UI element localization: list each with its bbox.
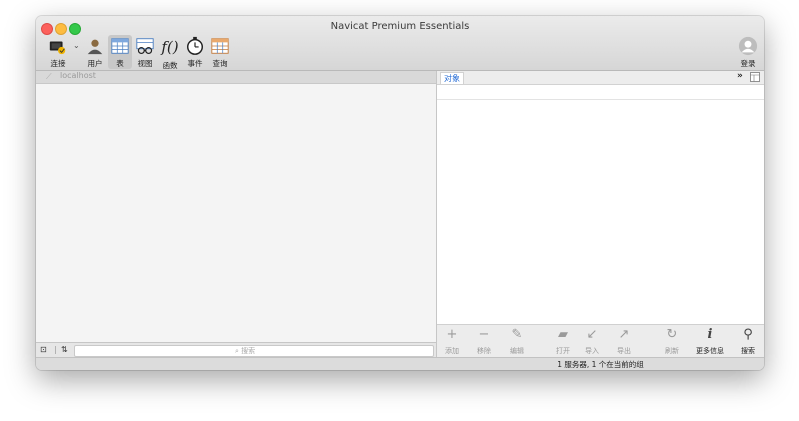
import-button[interactable]: ↙ 导入 xyxy=(577,327,607,356)
refresh-button[interactable]: ↻ 刷新 xyxy=(657,327,687,356)
connection-tree-pane[interactable]: ⟋ localhost xyxy=(36,71,437,342)
table-button[interactable]: 表 xyxy=(108,35,132,69)
avatar-icon xyxy=(738,36,758,56)
event-button[interactable]: 事件 xyxy=(183,35,207,69)
window-title: Navicat Premium Essentials xyxy=(330,21,470,32)
search-label: 搜索 xyxy=(741,347,755,355)
user-label: 用户 xyxy=(87,59,103,68)
export-button[interactable]: ↗ 导出 xyxy=(609,327,639,356)
more-tabs-icon[interactable]: » xyxy=(737,71,743,81)
object-tab-bar: 对象 » xyxy=(437,71,764,85)
divider: | xyxy=(54,345,57,354)
table-label: 表 xyxy=(116,59,124,68)
query-label: 查询 xyxy=(212,59,228,68)
import-icon: ↙ xyxy=(586,327,598,342)
refresh-label: 刷新 xyxy=(665,347,679,355)
object-toolbar: + 添加 − 移除 ✎ 编辑 ▰ 打开 ↙ 导入 ↗ 导出 ↻ 刷新 i 更多信 xyxy=(437,324,764,358)
event-label: 事件 xyxy=(187,59,203,68)
export-icon: ↗ xyxy=(618,327,630,342)
plug-icon xyxy=(49,41,66,55)
objects-pane[interactable]: 对象 » xyxy=(437,71,764,324)
function-label: 函数 xyxy=(162,61,178,70)
add-label: 添加 xyxy=(445,347,459,355)
toggle-sidebar-icon[interactable]: ⊡ xyxy=(40,345,47,354)
tab-objects[interactable]: 对象 xyxy=(440,72,464,84)
object-list-header xyxy=(437,85,764,100)
edit-label: 编辑 xyxy=(510,347,524,355)
open-button[interactable]: ▰ 打开 xyxy=(548,327,578,356)
status-text: 1 服务器, 1 个在当前的组 xyxy=(557,360,644,369)
open-label: 打开 xyxy=(556,347,570,355)
stopwatch-icon xyxy=(187,36,203,55)
remove-button[interactable]: − 移除 xyxy=(469,327,499,356)
connection-item[interactable]: ⟋ localhost xyxy=(36,71,436,84)
login-label: 登录 xyxy=(740,59,756,68)
search-button[interactable]: ⚲ 搜索 xyxy=(733,327,763,356)
more-info-label: 更多信息 xyxy=(696,347,724,355)
connect-label: 连接 xyxy=(50,59,66,68)
status-bar: 1 服务器, 1 个在当前的组 xyxy=(36,357,764,370)
user-button[interactable]: 用户 xyxy=(83,35,107,69)
pencil-icon: ✎ xyxy=(511,327,523,342)
export-label: 导出 xyxy=(617,347,631,355)
import-label: 导入 xyxy=(585,347,599,355)
function-icon: f() xyxy=(161,38,179,56)
magnifier-icon: ⚲ xyxy=(743,327,753,342)
search-icon: ⌕ 搜索 xyxy=(235,347,256,355)
title-bar: Navicat Premium Essentials 连接 ⌄ 用户 表 视图 … xyxy=(36,16,764,71)
search-placeholder: 搜索 xyxy=(241,347,256,355)
query-button[interactable]: 查询 xyxy=(208,35,232,69)
edit-button[interactable]: ✎ 编辑 xyxy=(502,327,532,356)
more-info-button[interactable]: i 更多信息 xyxy=(695,327,725,356)
connect-button[interactable]: 连接 xyxy=(46,35,70,69)
chevron-down-icon[interactable]: ⌄ xyxy=(73,41,80,50)
connection-name: localhost xyxy=(60,71,96,80)
folder-open-icon: ▰ xyxy=(558,327,568,342)
add-button[interactable]: + 添加 xyxy=(437,327,467,356)
sidebar-search-input[interactable]: ⌕ 搜索 xyxy=(74,345,434,357)
info-icon: i xyxy=(707,327,713,342)
view-label: 视图 xyxy=(137,59,153,68)
refresh-icon: ↻ xyxy=(666,327,678,342)
user-icon xyxy=(87,39,103,55)
glasses-icon xyxy=(136,38,154,55)
sort-icon[interactable]: ⇅ xyxy=(61,345,68,354)
function-button[interactable]: f() 函数 xyxy=(158,35,182,70)
view-button[interactable]: 视图 xyxy=(133,35,157,69)
login-button[interactable]: 登录 xyxy=(736,35,760,69)
table-icon xyxy=(111,38,129,54)
query-icon xyxy=(211,38,229,54)
preview-icon[interactable] xyxy=(750,72,760,82)
connection-icon: ⟋ xyxy=(46,72,52,81)
app-window: Navicat Premium Essentials 连接 ⌄ 用户 表 视图 … xyxy=(36,16,764,370)
remove-label: 移除 xyxy=(477,347,491,355)
plus-icon: + xyxy=(446,327,458,342)
sidebar-bottom-bar: ⊡ | ⇅ ⌕ 搜索 xyxy=(36,342,437,358)
minus-icon: − xyxy=(478,327,490,342)
